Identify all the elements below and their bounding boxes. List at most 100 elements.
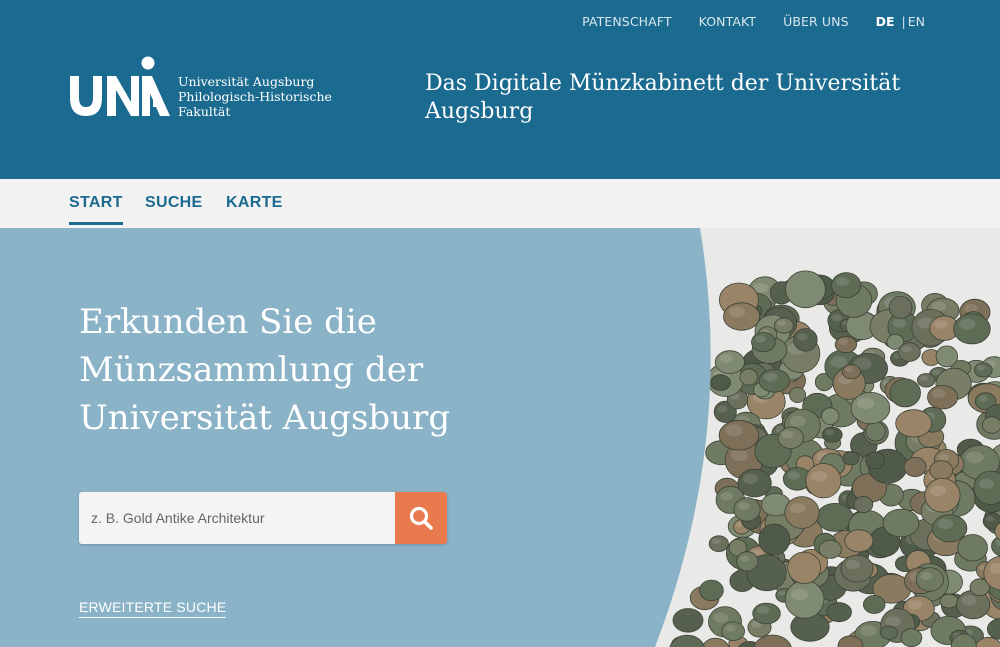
coin-decoration xyxy=(816,502,854,532)
university-logo-text: Universität Augsburg Philologisch-Histor… xyxy=(178,74,332,119)
coin-highlight xyxy=(755,335,766,343)
mainnav-tab-karte[interactable]: KARTE xyxy=(226,194,283,212)
coin-decoration xyxy=(953,313,991,345)
coin-highlight xyxy=(937,518,954,530)
coin-decoration xyxy=(957,534,988,562)
coin-highlight xyxy=(938,453,949,461)
coin-decoration xyxy=(739,368,758,386)
coin-highlight xyxy=(712,538,721,545)
coin-decoration xyxy=(898,342,921,362)
search-icon xyxy=(409,506,433,530)
mainnav-tab-start[interactable]: START xyxy=(69,194,123,225)
coin-highlight xyxy=(920,375,928,381)
search-input[interactable] xyxy=(79,492,395,544)
coin-highlight xyxy=(932,389,946,398)
coin-highlight xyxy=(782,431,794,439)
coin-decoration xyxy=(863,595,886,614)
coin-highlight xyxy=(789,415,807,427)
coin-decoration xyxy=(785,270,826,309)
topnav-item-kontakt[interactable]: KONTAKT xyxy=(699,14,756,29)
coin-decoration xyxy=(758,523,791,556)
coin-highlight xyxy=(831,314,842,322)
coin-highlight xyxy=(907,600,922,610)
coin-highlight xyxy=(790,503,806,514)
logo-line-fakultaet: Fakultät xyxy=(178,104,231,119)
logo-line-university: Universität Augsburg xyxy=(178,74,315,89)
coin-decoration xyxy=(787,551,821,584)
site-title: Das Digitale Münzkabinett der Universitä… xyxy=(425,71,901,124)
coin-highlight xyxy=(986,516,995,522)
coin-decoration xyxy=(737,468,772,498)
main-navigation: START SUCHE KARTE xyxy=(0,179,1000,228)
coin-highlight xyxy=(730,449,748,461)
coin-decoration xyxy=(774,317,794,334)
language-switcher: DE | EN xyxy=(876,14,925,29)
coin-decoration xyxy=(818,539,842,559)
language-separator: | xyxy=(901,14,906,29)
search-bar xyxy=(79,492,447,544)
coin-highlight xyxy=(959,318,976,330)
university-logo[interactable]: Universität Augsburg Philologisch-Histor… xyxy=(70,56,340,120)
coin-highlight xyxy=(930,485,946,497)
coin-highlight xyxy=(725,424,743,437)
coin-decoration xyxy=(826,602,852,623)
coin-highlight xyxy=(763,372,778,382)
coin-decoration xyxy=(723,302,761,331)
coin-highlight xyxy=(725,624,736,632)
coin-decoration xyxy=(793,328,818,352)
coin-highlight xyxy=(845,366,854,373)
coin-decoration xyxy=(831,272,862,299)
coin-highlight xyxy=(830,356,848,368)
coin-highlight xyxy=(713,612,729,623)
language-en[interactable]: EN xyxy=(908,14,925,29)
coin-decoration xyxy=(879,625,898,640)
coin-decoration xyxy=(840,554,874,583)
coin-highlight xyxy=(961,595,977,606)
coin-decoration xyxy=(939,593,959,609)
coin-highlight xyxy=(860,625,877,637)
search-button[interactable] xyxy=(395,492,447,544)
topnav-item-patenschaft[interactable]: PATENSCHAFT xyxy=(582,14,672,29)
coin-decoration xyxy=(841,364,861,380)
coin-highlight xyxy=(811,471,827,482)
coin-decoration xyxy=(752,602,781,625)
coin-decoration xyxy=(882,508,920,538)
coin-highlight xyxy=(836,277,850,286)
mainnav-tab-suche[interactable]: SUCHE xyxy=(145,194,203,212)
coin-decoration xyxy=(924,477,961,513)
coin-highlight xyxy=(845,559,861,570)
coin-decoration xyxy=(900,628,923,647)
coin-highlight xyxy=(978,478,995,489)
coin-highlight xyxy=(719,354,733,363)
coin-decoration xyxy=(842,451,860,466)
coin-decoration xyxy=(784,580,825,619)
coin-highlight xyxy=(838,338,848,345)
coin-highlight xyxy=(825,429,835,436)
coin-decoration xyxy=(865,451,886,470)
coin-highlight xyxy=(791,588,809,601)
coin-decoration xyxy=(982,416,1000,434)
coin-highlight xyxy=(965,451,984,464)
coin-decoration xyxy=(821,426,843,443)
coin-decoration xyxy=(889,378,921,408)
coin-decoration xyxy=(895,409,933,438)
coin-decoration xyxy=(834,335,858,354)
coin-highlight xyxy=(885,616,902,627)
coin-highlight xyxy=(920,571,933,581)
coin-decoration xyxy=(917,373,936,388)
advanced-search-link[interactable]: ERWEITERTE SUCHE xyxy=(79,599,227,618)
coin-highlight xyxy=(729,306,746,318)
coin-highlight xyxy=(977,365,986,371)
coin-decoration xyxy=(935,345,959,368)
coin-highlight xyxy=(787,471,800,480)
coin-highlight xyxy=(934,320,948,329)
topnav-item-ueber-uns[interactable]: ÜBER UNS xyxy=(783,14,849,29)
coin-highlight xyxy=(978,395,988,402)
hero-section: Erkunden Sie die Münzsammlung der Univer… xyxy=(0,228,1000,647)
coin-highlight xyxy=(742,473,758,484)
coin-decoration xyxy=(789,386,807,403)
coin-decoration xyxy=(929,460,954,481)
coin-highlight xyxy=(777,320,786,326)
language-de[interactable]: DE xyxy=(876,14,895,29)
logo-line-faculty: Philologisch-Historische xyxy=(178,89,332,104)
